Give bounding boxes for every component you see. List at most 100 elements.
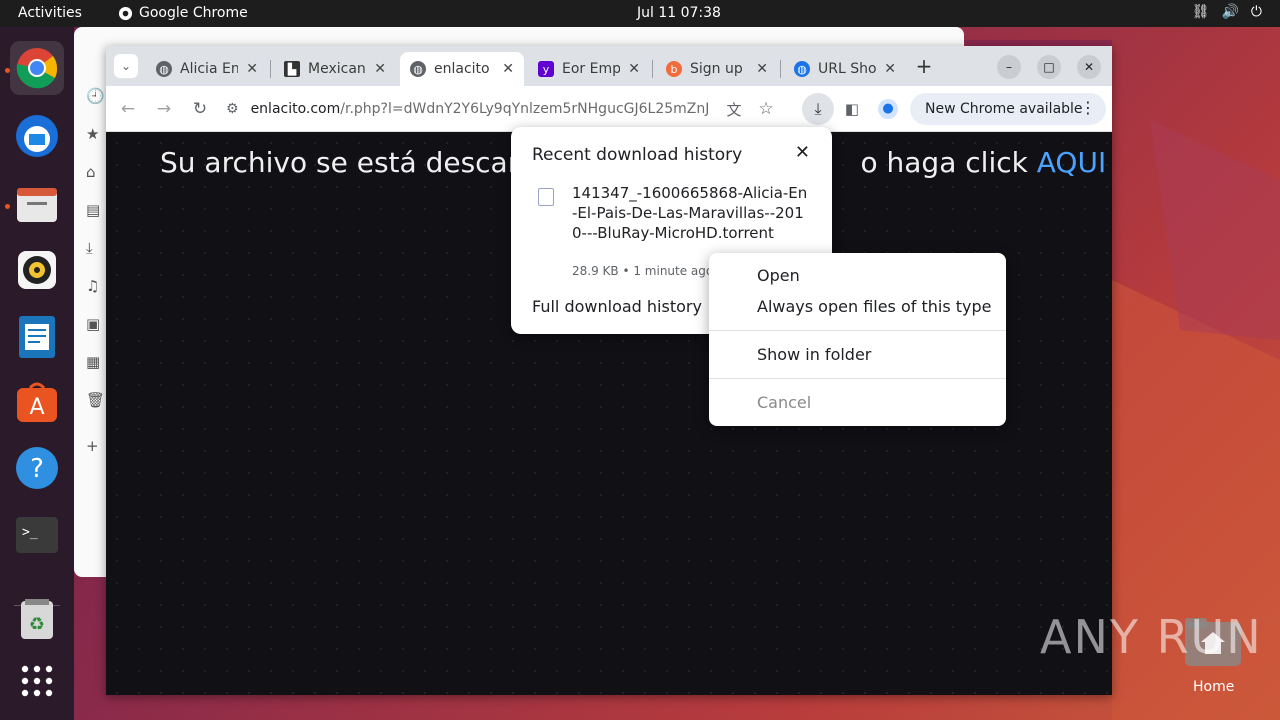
bookmark-star-icon[interactable]: ☆	[754, 97, 778, 121]
anyrun-watermark: ANY RUN	[1040, 610, 1263, 664]
menu-item-open[interactable]: Open	[757, 266, 800, 285]
menu-item-show-in-folder[interactable]: Show in folder	[757, 345, 871, 364]
download-filename[interactable]: 141347_-1600665868-Alicia-En-El-Pais-De-…	[572, 183, 808, 243]
forward-button[interactable]: →	[152, 97, 176, 121]
download-bubble-title: Recent download history	[532, 145, 743, 165]
close-window-button[interactable]: ✕	[1077, 55, 1101, 79]
svg-text:?: ?	[30, 454, 44, 484]
dock-chrome[interactable]	[10, 41, 64, 95]
close-icon[interactable]: ✕	[246, 61, 258, 77]
tab-title: Eor Emp	[562, 61, 621, 77]
address-bar[interactable]: ⚙ enlacito.com/r.php?l=dWdnY2Y6Ly9qYnlze…	[226, 92, 786, 126]
globe-icon: ◍	[156, 61, 172, 77]
pictures-icon[interactable]: ▣	[86, 315, 100, 333]
close-icon[interactable]: ✕	[502, 61, 514, 77]
download-context-menu: Open Always open files of this type Show…	[709, 253, 1006, 426]
toolbar: ← → ↻ ⚙ enlacito.com/r.php?l=dWdnY2Y6Ly9…	[106, 86, 1112, 132]
tab-title: Alicia En	[180, 61, 239, 77]
app-menu[interactable]: Google Chrome	[118, 5, 248, 21]
power-icon: ⏻	[1250, 4, 1262, 20]
svg-text:>_: >_	[22, 525, 38, 540]
dock-app-center[interactable]: A	[10, 375, 64, 429]
downloads-button[interactable]: ⤓	[802, 93, 834, 125]
dock-show-apps[interactable]	[10, 654, 64, 708]
download-icon: ⤓	[814, 99, 822, 118]
globe-icon: ◍	[410, 61, 426, 77]
dock-files[interactable]	[10, 177, 64, 231]
dock-running-indicator	[5, 68, 10, 73]
home-icon[interactable]: ⌂	[86, 163, 96, 181]
tab-enlacito[interactable]: ◍ enlacito ✕	[400, 52, 524, 86]
tab-alicia[interactable]: ◍ Alicia En ✕	[146, 52, 268, 86]
menu-item-cancel: Cancel	[757, 393, 812, 412]
tab-url-shortener[interactable]: ◍ URL Sho ✕	[784, 52, 906, 86]
rhythmbox-icon	[18, 251, 56, 289]
maximize-button[interactable]: □	[1037, 55, 1061, 79]
dock-help[interactable]: ?	[10, 441, 64, 495]
dock-rhythmbox[interactable]	[10, 243, 64, 297]
home-folder-label[interactable]: Home	[1193, 679, 1234, 695]
tab-separator	[270, 60, 271, 78]
back-button[interactable]: ←	[116, 97, 140, 121]
profile-avatar[interactable]: ●	[876, 97, 900, 121]
tab-title: enlacito	[434, 61, 490, 77]
close-icon[interactable]: ✕	[628, 61, 640, 77]
new-chrome-label: New Chrome available	[925, 101, 1083, 117]
app-name: Google Chrome	[139, 5, 248, 21]
volume-icon: 🔊	[1221, 4, 1239, 20]
tab-strip: ⌄ ◍ Alicia En ✕ ▙ Mexican ✕ ◍ enlacito ✕…	[106, 46, 1112, 86]
globe-icon: ◍	[794, 61, 810, 77]
b-icon: b	[666, 61, 682, 77]
tab-sign-up[interactable]: b Sign up ✕	[656, 52, 778, 86]
dock-trash[interactable]: ♻	[10, 592, 64, 646]
dock-terminal[interactable]: >_	[10, 508, 64, 562]
close-icon[interactable]: ✕	[795, 142, 810, 163]
starred-icon[interactable]: ★	[86, 125, 99, 143]
aqui-link[interactable]: AQUI	[1037, 146, 1106, 179]
add-location-icon[interactable]: +	[86, 437, 99, 455]
full-download-history-link[interactable]: Full download history	[532, 297, 702, 316]
videos-icon[interactable]: ▦	[86, 353, 100, 371]
reload-button[interactable]: ↻	[188, 97, 212, 121]
translate-icon[interactable]: 文	[722, 97, 746, 121]
close-icon[interactable]: ✕	[374, 61, 386, 77]
apps-grid-icon	[21, 665, 53, 697]
close-icon[interactable]: ✕	[884, 61, 896, 77]
tab-separator	[780, 60, 781, 78]
menu-item-always-open[interactable]: Always open files of this type	[757, 297, 992, 316]
message-right: o haga click	[860, 146, 1028, 179]
recent-icon[interactable]: 🕘	[86, 87, 105, 105]
help-icon: ?	[16, 447, 58, 489]
more-menu-icon[interactable]: ⋮	[1080, 98, 1096, 117]
new-tab-button[interactable]: +	[912, 54, 936, 78]
tab-mexican[interactable]: ▙ Mexican ✕	[274, 52, 396, 86]
tab-search-button[interactable]: ⌄	[114, 54, 138, 78]
tab-eor-emp[interactable]: y Eor Emp ✕	[528, 52, 650, 86]
network-icon: ⛓	[1191, 4, 1210, 20]
tab-title: Mexican	[308, 61, 366, 77]
music-icon[interactable]: ♫	[86, 277, 99, 295]
app-center-icon: A	[17, 382, 57, 422]
top-bar: Activities Google Chrome Jul 11 07:38 ⛓ …	[0, 0, 1280, 27]
thunderbird-icon	[16, 115, 58, 157]
dock-thunderbird[interactable]	[10, 109, 64, 163]
close-icon[interactable]: ✕	[756, 61, 768, 77]
tab-title: Sign up	[690, 61, 743, 77]
activities-button[interactable]: Activities	[18, 5, 82, 21]
tab-title: URL Sho	[818, 61, 877, 77]
writer-icon	[19, 316, 55, 358]
menu-separator	[709, 330, 1006, 331]
site-info-icon[interactable]: ⚙	[226, 101, 239, 117]
svg-text:A: A	[29, 395, 44, 420]
system-tray[interactable]: ⛓ 🔊 ⏻	[1192, 4, 1262, 20]
trash-side-icon[interactable]: 🗑	[86, 391, 105, 409]
side-panel-icon[interactable]: ◧	[840, 97, 864, 121]
url-path: /r.php?l=dWdnY2Y6Ly9qYnlzem5rNHgucGJ6L25…	[340, 101, 711, 117]
dock-writer[interactable]	[10, 310, 64, 364]
minimize-button[interactable]: –	[997, 55, 1021, 79]
clock[interactable]: Jul 11 07:38	[637, 5, 721, 21]
new-chrome-available-button[interactable]: New Chrome available ⋮	[910, 93, 1106, 125]
downloads-icon[interactable]: ⤓	[86, 239, 93, 257]
documents-icon[interactable]: ▤	[86, 201, 100, 219]
profile-icon: ●	[878, 99, 898, 119]
